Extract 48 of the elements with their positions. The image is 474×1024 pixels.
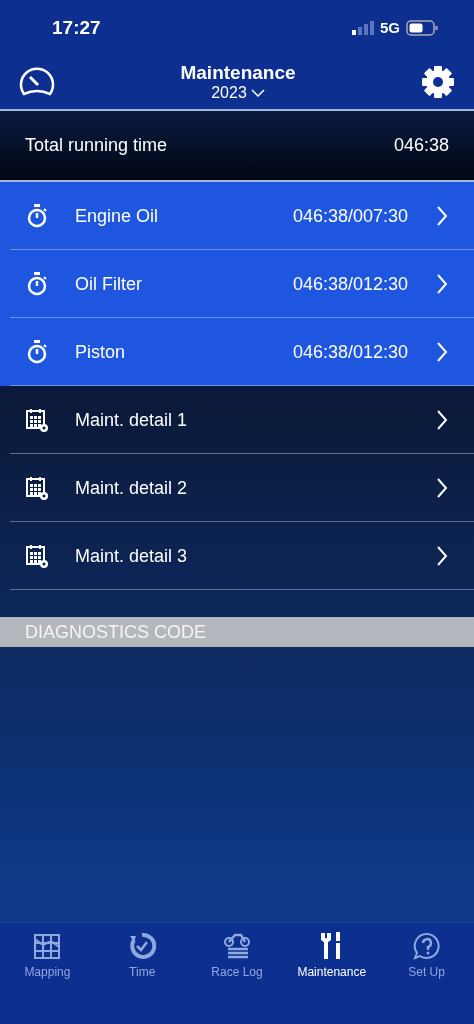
network-label: 5G	[380, 19, 400, 36]
stopwatch-icon	[25, 271, 49, 297]
maintenance-row[interactable]: Piston 046:38/012:30	[0, 318, 474, 386]
total-value: 046:38	[393, 135, 449, 156]
stopwatch-icon	[25, 339, 49, 365]
total-label: Total running time	[25, 135, 168, 156]
maintenance-row[interactable]: Oil Filter 046:38/012:30	[0, 250, 474, 318]
tab-bar-item[interactable]: Race Log	[189, 931, 285, 979]
maintenance-row[interactable]: Engine Oil 046:38/007:30	[0, 182, 474, 250]
row-label: Oil Filter	[75, 273, 143, 295]
row-value: 046:38/012:30	[292, 341, 408, 363]
tab-bar-item[interactable]: Set Up	[379, 931, 474, 979]
calendar-gear-icon	[25, 475, 49, 501]
signal-icon	[352, 20, 374, 35]
chevron-icon	[436, 205, 448, 227]
speedometer-icon[interactable]	[18, 66, 56, 98]
chevron-icon	[436, 409, 448, 431]
calendar-gear-icon	[25, 543, 49, 569]
row-label: Piston	[75, 341, 127, 363]
settings-icon[interactable]	[420, 64, 456, 100]
maintenance-row[interactable]: Maint. detail 3	[0, 522, 474, 590]
chevron-icon	[436, 273, 448, 295]
section-header: DIAGNOSTICS CODE	[0, 617, 474, 647]
maintenance-row[interactable]: Maint. detail 2	[0, 454, 474, 522]
row-value: 046:38/012:30	[292, 273, 408, 295]
row-label: Engine Oil	[75, 205, 160, 227]
chevron-down-icon	[250, 89, 265, 97]
row-value: 046:38/007:30	[292, 205, 408, 227]
maintenance-row[interactable]: Maint. detail 1	[0, 386, 474, 454]
year-dropdown[interactable]: 2023	[211, 84, 265, 102]
motorbike-list-icon	[222, 931, 252, 961]
tab-bar-item[interactable]: Mapping	[0, 931, 95, 979]
row-label: Maint. detail 1	[75, 409, 189, 431]
battery-icon	[406, 19, 438, 36]
row-label: Maint. detail 2	[75, 477, 189, 499]
status-time: 17:27	[52, 16, 101, 39]
stopwatch-icon	[25, 203, 49, 229]
chevron-icon	[436, 545, 448, 567]
screen-title: Maintenance	[180, 62, 296, 84]
help-bubble-icon	[411, 931, 442, 961]
tab-bar-item[interactable]: Maintenance	[284, 931, 380, 979]
chevron-icon	[436, 341, 448, 363]
tab-bar-item[interactable]: Time	[94, 931, 190, 979]
chevron-icon	[436, 477, 448, 499]
calendar-gear-icon	[25, 407, 49, 433]
row-label: Maint. detail 3	[75, 545, 189, 567]
map-icon	[32, 931, 63, 961]
clock-icon	[127, 931, 158, 961]
